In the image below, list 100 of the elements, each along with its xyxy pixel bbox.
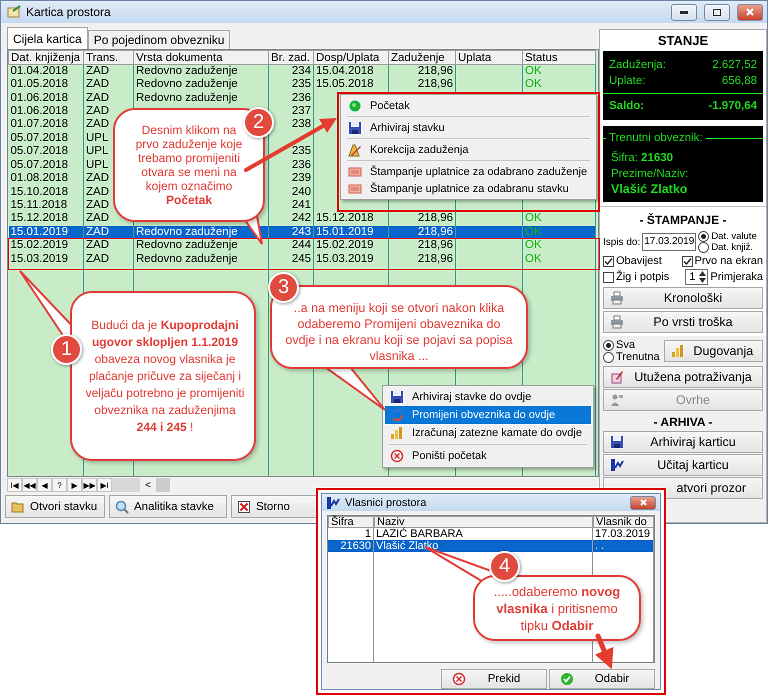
menu-item[interactable]: Štampanje uplatnice za odabrano zaduženje <box>343 163 594 180</box>
column-header[interactable]: Trans. <box>84 50 134 64</box>
menu-item[interactable]: Arhiviraj stavke do ovdje <box>385 388 591 406</box>
action-button[interactable]: Storno <box>231 495 318 518</box>
column-header[interactable]: Status <box>522 50 596 64</box>
checkbox-label: Prvo na ekran <box>694 255 763 267</box>
check-icon <box>560 672 574 686</box>
column-header[interactable]: Naziv <box>374 516 593 528</box>
section-title: - ŠTAMPANJE - <box>638 212 728 229</box>
minimize-button[interactable] <box>671 4 697 20</box>
menu-item[interactable]: Izračunaj zatezne kamate do ovdje <box>385 424 591 442</box>
table-cell: ZAD <box>84 64 134 78</box>
table-cell: 15.05.2018 <box>314 78 388 92</box>
refresh-icon <box>390 408 404 422</box>
dialog-button[interactable]: Odabir <box>549 669 655 689</box>
table-cell: 236 <box>268 91 314 105</box>
pager-button[interactable]: ◀ <box>37 478 52 492</box>
pager-button[interactable]: ▶ <box>67 478 82 492</box>
column-header[interactable]: Vrsta dokumenta <box>134 50 268 64</box>
column-header[interactable]: Uplata <box>456 50 522 64</box>
table-cell: 218,96 <box>388 78 456 92</box>
radio-button[interactable] <box>603 352 614 362</box>
pager-button[interactable]: ? <box>52 478 67 492</box>
cancel-icon <box>237 500 251 514</box>
maximize-button[interactable] <box>704 4 730 20</box>
menu-item[interactable]: Štampanje uplatnice za odabranu stavku <box>343 180 594 197</box>
table-cell: 218,96 <box>388 226 456 239</box>
tab[interactable]: Po pojedinom obvezniku <box>88 30 230 49</box>
table-cell: 15.10.2018 <box>8 185 84 199</box>
chart-icon <box>326 496 340 510</box>
pager-button[interactable]: ▶I <box>97 478 112 492</box>
column-header[interactable]: Br. zad. <box>268 50 314 64</box>
action-button[interactable]: Analitika stavke <box>109 495 227 518</box>
table-cell: 05.07.2018 <box>8 145 84 158</box>
dialog-title: Vlasnici prostora <box>345 496 428 509</box>
table-cell: 15.01.2019 <box>8 226 84 239</box>
close-button[interactable] <box>630 496 656 510</box>
table-cell: 241 <box>268 198 314 212</box>
menu-item[interactable]: Početak <box>343 97 594 114</box>
table-cell: OK <box>522 64 596 78</box>
checkbox[interactable] <box>603 256 614 266</box>
column-header[interactable]: Dat. knjiženja <box>8 50 84 64</box>
table-cell: 01.08.2018 <box>8 172 84 186</box>
menu-item[interactable]: Korekcija zaduženja <box>343 141 594 158</box>
table-cell[interactable]: 17.03.2019 <box>593 528 654 540</box>
close-button[interactable] <box>737 4 763 20</box>
chart-icon <box>610 458 624 472</box>
balance-label: Uplate: <box>609 75 646 87</box>
table-cell: 15.03.2019 <box>8 252 84 266</box>
scrollbar-thumb[interactable] <box>156 478 170 492</box>
table-cell[interactable]: 21630 <box>328 540 374 552</box>
table-cell: 218,96 <box>388 252 456 266</box>
table-cell[interactable]: Vlašić Zlatko <box>374 540 593 552</box>
column-header[interactable]: Vlasnik do <box>593 516 654 528</box>
date-field[interactable]: 17.03.2019 <box>642 233 696 251</box>
table-cell: 240 <box>268 185 314 199</box>
print-button[interactable]: Kronološki <box>603 287 763 309</box>
table-cell: Redovno zaduženje <box>134 226 268 239</box>
radio-label: Dat. valute <box>711 231 757 242</box>
checkbox[interactable] <box>682 256 693 266</box>
tab[interactable]: Cijela kartica <box>7 27 88 49</box>
bar-chart-icon <box>390 426 404 440</box>
spin-field[interactable]: 1 <box>685 269 708 285</box>
table-cell[interactable]: LAZIĆ BARBARA <box>374 528 593 540</box>
checkbox[interactable] <box>603 272 614 282</box>
radio-button[interactable] <box>698 242 710 253</box>
table-cell: 235 <box>268 145 314 158</box>
menu-item[interactable]: Poništi početak <box>385 447 591 465</box>
checkbox-label: Žig i potpis <box>616 271 670 283</box>
debts-button[interactable]: Dugovanja <box>664 340 763 362</box>
folder-icon <box>11 500 25 514</box>
archive-button[interactable]: Učitaj karticu <box>603 454 763 476</box>
pager-button[interactable]: ◀◀ <box>22 478 37 492</box>
column-header[interactable]: Dosp/Uplata <box>314 50 388 64</box>
dialog-button[interactable]: Prekid <box>441 669 547 689</box>
radio-label: Trenutna <box>616 351 660 363</box>
pencil-icon <box>348 142 362 156</box>
column-header[interactable]: Šifra <box>328 516 374 528</box>
field-label: Ispis do: <box>603 236 640 248</box>
table-cell: 01.06.2018 <box>8 104 84 118</box>
column-header[interactable]: Zaduženje <box>388 50 456 64</box>
pager-button[interactable]: ▶▶ <box>82 478 97 492</box>
print-button[interactable]: Po vrsti troška <box>603 311 763 333</box>
card-icon <box>348 182 362 196</box>
table-cell[interactable]: . . <box>593 540 654 552</box>
spin-arrows-icon <box>698 270 708 284</box>
close-icon <box>746 8 754 16</box>
pager-button[interactable]: I◀ <box>7 478 22 492</box>
table-cell: Redovno zaduženje <box>134 64 268 78</box>
radio-button[interactable] <box>603 340 614 350</box>
table-cell: 01.04.2018 <box>8 64 84 78</box>
menu-item[interactable]: Arhiviraj stavku <box>343 119 594 136</box>
archive-button[interactable]: Arhiviraj karticu <box>603 431 763 453</box>
panel-button[interactable]: Utužena potraživanja <box>603 366 763 388</box>
table-cell: ZAD <box>84 252 134 266</box>
balance-value: 656,88 <box>722 75 757 87</box>
radio-button[interactable] <box>698 231 710 242</box>
menu-item[interactable]: Promijeni obveznika do ovdje <box>385 406 591 424</box>
saldo-label: Saldo: <box>609 100 644 112</box>
action-button[interactable]: Otvori stavku <box>5 495 105 518</box>
